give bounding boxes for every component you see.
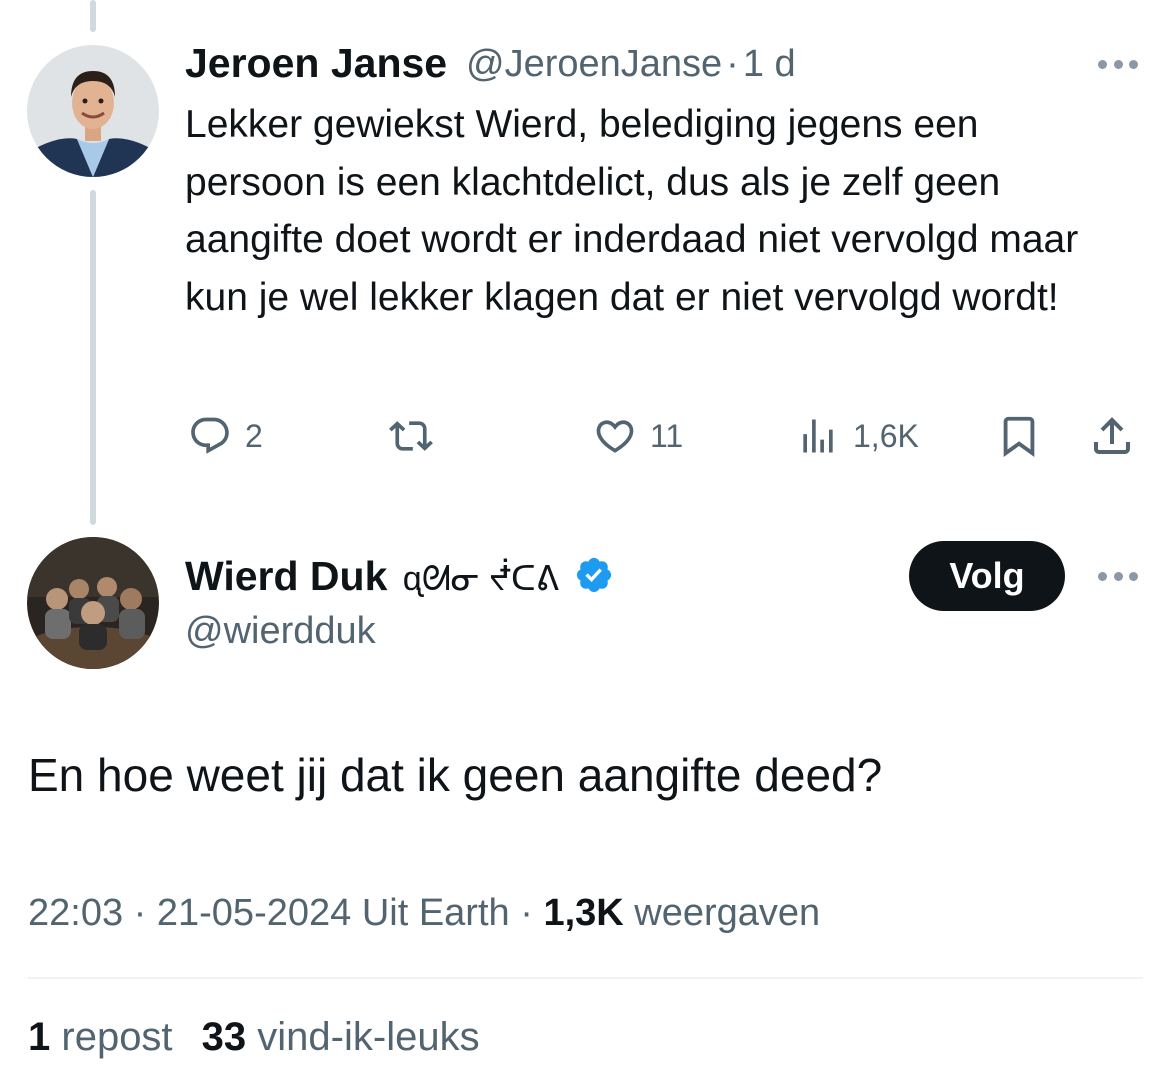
like-button[interactable]: 11 <box>592 414 683 458</box>
avatar-wierd-duk[interactable] <box>27 537 159 669</box>
main-tweet-text: En hoe weet jij dat ik geen aangifte dee… <box>28 749 883 801</box>
share-button[interactable] <box>1088 412 1136 460</box>
author-handle-jeroen[interactable]: @JeroenJanse <box>466 43 722 85</box>
verified-badge-icon <box>577 557 612 593</box>
views-label: weergaven <box>634 892 821 934</box>
meta-separator: · <box>133 892 147 934</box>
reply-tweet-text: Lekker gewiekst Wierd, belediging jegens… <box>185 103 1079 319</box>
likes-label: vind-ik-leuks <box>257 1015 480 1059</box>
reposts-label: repost <box>61 1015 173 1059</box>
more-icon[interactable] <box>1098 570 1138 582</box>
likes-count: 33 <box>201 1015 247 1059</box>
name-glyphs: ᶐᘛᓂ ᖫᑕᕕ <box>402 560 559 598</box>
author-name-text: Wierd Duk <box>185 553 388 599</box>
author-name-wierd[interactable]: Wierd Duk ᶐᘛᓂ ᖫᑕᕕ <box>185 553 614 600</box>
tweet-date[interactable]: 21-05-2024 <box>157 892 351 934</box>
author-meta-jeroen: @JeroenJanse · 1 d <box>466 43 796 86</box>
repost-button[interactable] <box>386 414 436 458</box>
thread-line-top <box>90 0 96 32</box>
engagement-stats: 1 repost 33 vind-ik-leuks <box>28 1015 480 1060</box>
tweet-meta: 22:03 · 21-05-2024 Uit Earth · 1,3K weer… <box>28 892 820 935</box>
reposts-count: 1 <box>28 1015 51 1059</box>
share-icon <box>1094 417 1130 454</box>
meta-separator: · <box>726 43 739 85</box>
like-icon <box>596 420 634 453</box>
avatar-jeroen-janse[interactable] <box>27 45 159 177</box>
thread-line <box>90 190 96 525</box>
like-count: 11 <box>650 417 684 454</box>
reply-button[interactable]: 2 <box>187 414 263 458</box>
tweet-time[interactable]: 22:03 <box>28 892 123 934</box>
bookmark-button[interactable] <box>996 412 1042 460</box>
divider <box>28 977 1143 979</box>
views-count: 1,3K <box>543 892 624 934</box>
views-button[interactable]: 1,6K <box>795 414 919 458</box>
reply-count: 2 <box>245 417 263 454</box>
views-icon <box>803 419 833 453</box>
author-name-jeroen[interactable]: Jeroen Janse <box>185 40 447 87</box>
meta-separator: · <box>520 892 533 934</box>
tweet-time[interactable]: 1 d <box>743 43 796 85</box>
more-icon[interactable] <box>1098 58 1138 70</box>
views-count: 1,6K <box>853 417 919 454</box>
reply-icon <box>191 417 229 454</box>
follow-button[interactable]: Volg <box>909 541 1065 611</box>
reposts-stat[interactable]: 1 repost <box>28 1015 173 1059</box>
likes-stat[interactable]: 33 vind-ik-leuks <box>202 1015 480 1059</box>
author-handle-wierd[interactable]: @wierdduk <box>185 610 376 653</box>
repost-icon <box>389 421 433 451</box>
bookmark-icon <box>1003 416 1035 457</box>
tweet-source: Uit Earth <box>361 892 510 934</box>
